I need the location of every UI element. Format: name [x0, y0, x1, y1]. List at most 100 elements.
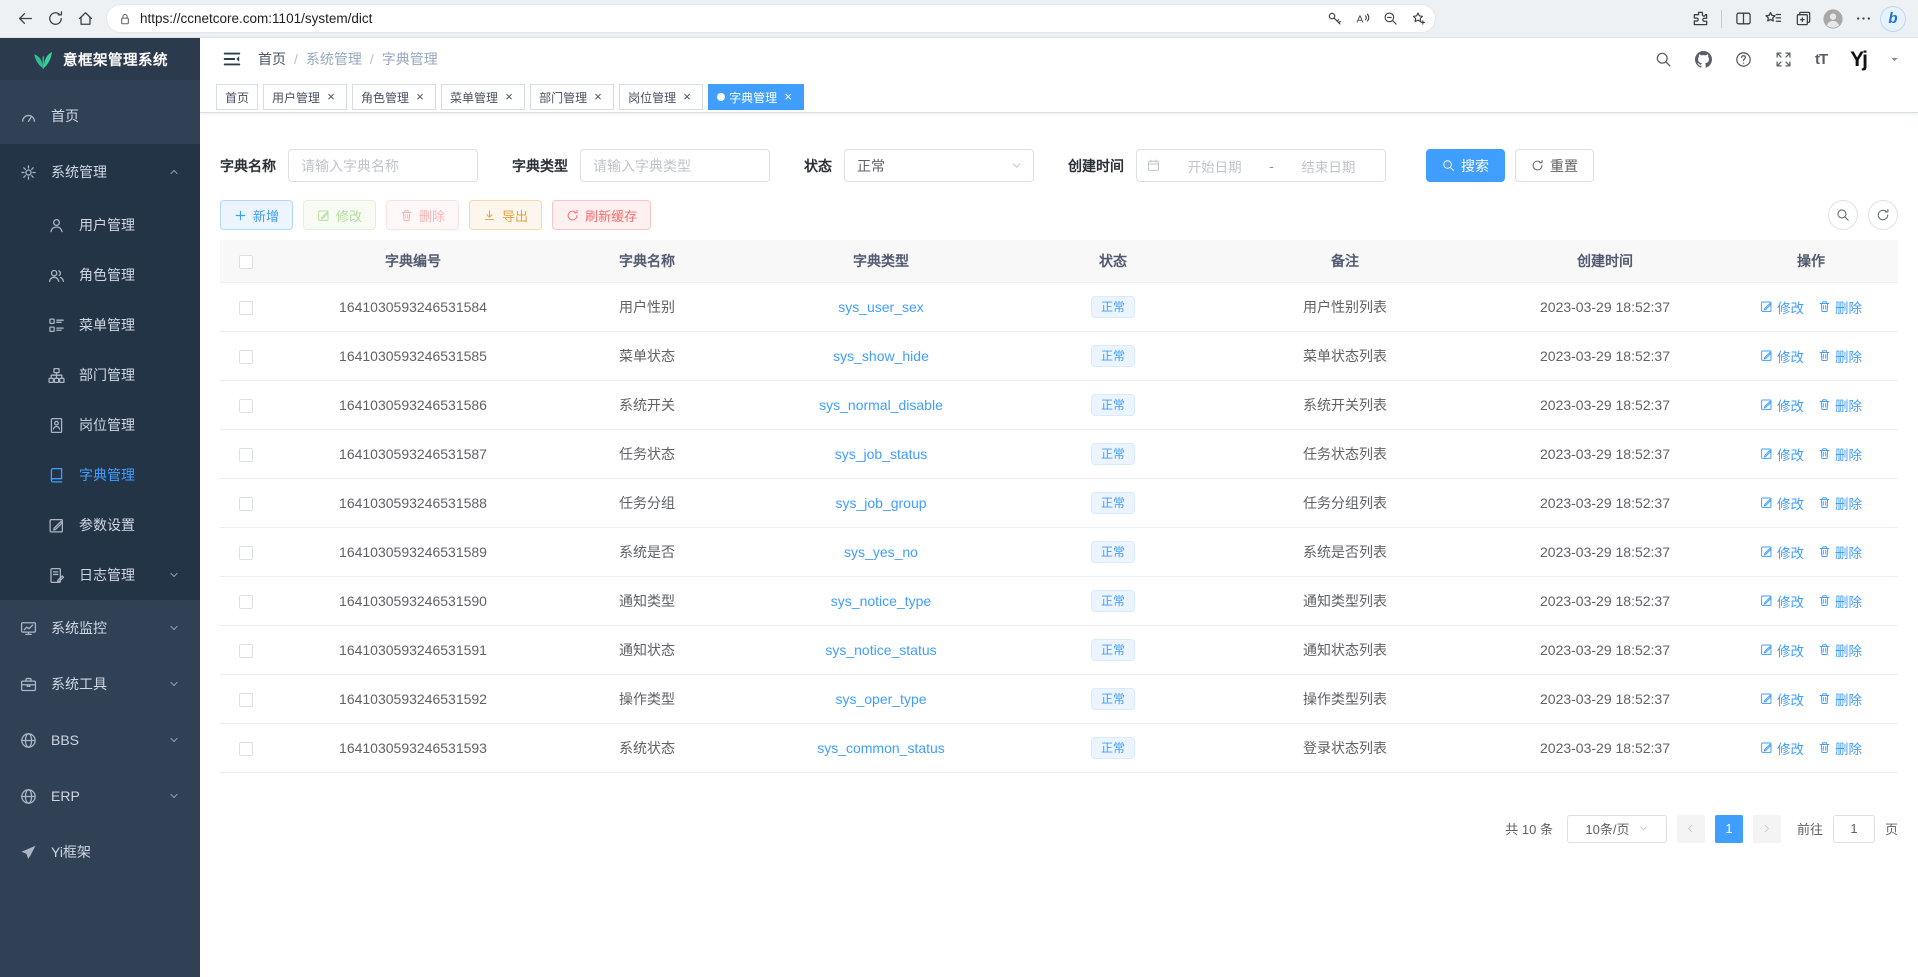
reload-icon[interactable]: [40, 4, 70, 34]
sidebar-item-system-tools[interactable]: 系统工具: [0, 656, 200, 712]
zoom-out-icon[interactable]: [1376, 6, 1404, 32]
edit-link[interactable]: 修改: [1760, 591, 1804, 611]
dict-type-link[interactable]: sys_notice_status: [825, 642, 936, 658]
search-button[interactable]: 搜索: [1426, 149, 1505, 182]
dict-type-link[interactable]: sys_oper_type: [835, 691, 926, 707]
collections-icon[interactable]: [1788, 4, 1818, 34]
split-screen-icon[interactable]: [1728, 4, 1758, 34]
date-end-placeholder[interactable]: 结束日期: [1282, 156, 1375, 176]
prev-page-button[interactable]: [1677, 815, 1705, 843]
more-options-icon[interactable]: [1848, 4, 1878, 34]
delete-link[interactable]: 删除: [1818, 542, 1862, 562]
row-checkbox[interactable]: [239, 497, 253, 511]
add-button[interactable]: 新增: [220, 200, 293, 230]
favorites-icon[interactable]: [1758, 4, 1788, 34]
sidebar-item-yi-framework[interactable]: Yi框架: [0, 824, 200, 880]
read-aloud-icon[interactable]: A: [1348, 6, 1376, 32]
dict-type-link[interactable]: sys_user_sex: [838, 299, 924, 315]
delete-link[interactable]: 删除: [1818, 493, 1862, 513]
date-start-placeholder[interactable]: 开始日期: [1168, 156, 1261, 176]
sidebar-item-role-mgmt[interactable]: 角色管理: [0, 250, 200, 300]
delete-link[interactable]: 删除: [1818, 444, 1862, 464]
tab-role-mgmt[interactable]: 角色管理×: [352, 84, 436, 110]
dict-type-link[interactable]: sys_notice_type: [831, 593, 931, 609]
tab-post-mgmt[interactable]: 岗位管理×: [619, 84, 703, 110]
dict-name-input[interactable]: [288, 149, 478, 182]
page-number-button[interactable]: 1: [1715, 815, 1743, 843]
text-size-icon[interactable]: tT: [1815, 51, 1827, 68]
row-checkbox[interactable]: [239, 595, 253, 609]
status-select[interactable]: 正常: [844, 149, 1034, 182]
sidebar-item-bbs[interactable]: BBS: [0, 712, 200, 768]
sidebar-item-dept-mgmt[interactable]: 部门管理: [0, 350, 200, 400]
edit-link[interactable]: 修改: [1760, 738, 1804, 758]
sidebar-item-log-mgmt[interactable]: 日志管理: [0, 550, 200, 600]
favorite-add-icon[interactable]: [1404, 6, 1432, 32]
tab-menu-mgmt[interactable]: 菜单管理×: [441, 84, 525, 110]
fullscreen-icon[interactable]: [1775, 51, 1792, 68]
export-button[interactable]: 导出: [469, 200, 542, 230]
reset-button[interactable]: 重置: [1515, 149, 1594, 182]
user-logo[interactable]: Yj: [1850, 49, 1866, 70]
sidebar-item-home[interactable]: 首页: [0, 88, 200, 144]
tab-close-icon[interactable]: ×: [502, 90, 516, 104]
sidebar-item-user-mgmt[interactable]: 用户管理: [0, 200, 200, 250]
row-checkbox[interactable]: [239, 399, 253, 413]
delete-button[interactable]: 删除: [386, 200, 459, 230]
edit-link[interactable]: 修改: [1760, 493, 1804, 513]
sidebar-item-post-mgmt[interactable]: 岗位管理: [0, 400, 200, 450]
row-checkbox[interactable]: [239, 301, 253, 315]
bing-chat-icon[interactable]: b: [1878, 4, 1908, 34]
sidebar-item-system-monitor[interactable]: 系统监控: [0, 600, 200, 656]
row-checkbox[interactable]: [239, 448, 253, 462]
edit-link[interactable]: 修改: [1760, 444, 1804, 464]
delete-link[interactable]: 删除: [1818, 395, 1862, 415]
row-checkbox[interactable]: [239, 350, 253, 364]
delete-link[interactable]: 删除: [1818, 738, 1862, 758]
edit-link[interactable]: 修改: [1760, 346, 1804, 366]
extensions-icon[interactable]: [1685, 4, 1715, 34]
tab-close-icon[interactable]: ×: [781, 90, 795, 104]
sidebar-item-param-settings[interactable]: 参数设置: [0, 500, 200, 550]
dict-type-link[interactable]: sys_show_hide: [833, 348, 929, 364]
tab-dict-mgmt[interactable]: 字典管理×: [708, 84, 804, 110]
edit-link[interactable]: 修改: [1760, 297, 1804, 317]
refresh-cache-button[interactable]: 刷新缓存: [552, 200, 651, 230]
tab-home[interactable]: 首页: [216, 84, 258, 110]
tab-close-icon[interactable]: ×: [591, 90, 605, 104]
next-page-button[interactable]: [1753, 815, 1781, 843]
delete-link[interactable]: 删除: [1818, 297, 1862, 317]
edit-button[interactable]: 修改: [303, 200, 376, 230]
goto-page-input[interactable]: [1833, 815, 1875, 843]
tab-close-icon[interactable]: ×: [413, 90, 427, 104]
profile-avatar[interactable]: [1818, 4, 1848, 34]
sidebar-item-menu-mgmt[interactable]: 菜单管理: [0, 300, 200, 350]
sidebar-item-erp[interactable]: ERP: [0, 768, 200, 824]
dict-type-link[interactable]: sys_normal_disable: [819, 397, 943, 413]
toggle-search-button[interactable]: [1828, 200, 1858, 230]
edit-link[interactable]: 修改: [1760, 689, 1804, 709]
row-checkbox[interactable]: [239, 742, 253, 756]
row-checkbox[interactable]: [239, 644, 253, 658]
github-icon[interactable]: [1695, 51, 1712, 68]
date-range-picker[interactable]: 开始日期 - 结束日期: [1136, 149, 1386, 182]
dict-type-link[interactable]: sys_job_group: [835, 495, 926, 511]
sidebar-item-system-mgmt[interactable]: 系统管理: [0, 144, 200, 200]
select-all-checkbox[interactable]: [239, 255, 253, 269]
edit-link[interactable]: 修改: [1760, 395, 1804, 415]
url-text[interactable]: https://ccnetcore.com:1101/system/dict: [140, 11, 1320, 26]
tab-close-icon[interactable]: ×: [324, 90, 338, 104]
dict-type-link[interactable]: sys_job_status: [835, 446, 928, 462]
breadcrumb-item[interactable]: 首页: [258, 49, 286, 69]
delete-link[interactable]: 删除: [1818, 591, 1862, 611]
hamburger-icon[interactable]: [218, 45, 246, 73]
page-size-select[interactable]: 10条/页: [1567, 815, 1667, 843]
delete-link[interactable]: 删除: [1818, 640, 1862, 660]
row-checkbox[interactable]: [239, 546, 253, 560]
edit-link[interactable]: 修改: [1760, 640, 1804, 660]
dict-type-link[interactable]: sys_yes_no: [844, 544, 918, 560]
edit-link[interactable]: 修改: [1760, 542, 1804, 562]
password-key-icon[interactable]: [1320, 6, 1348, 32]
tab-close-icon[interactable]: ×: [680, 90, 694, 104]
tab-dept-mgmt[interactable]: 部门管理×: [530, 84, 614, 110]
